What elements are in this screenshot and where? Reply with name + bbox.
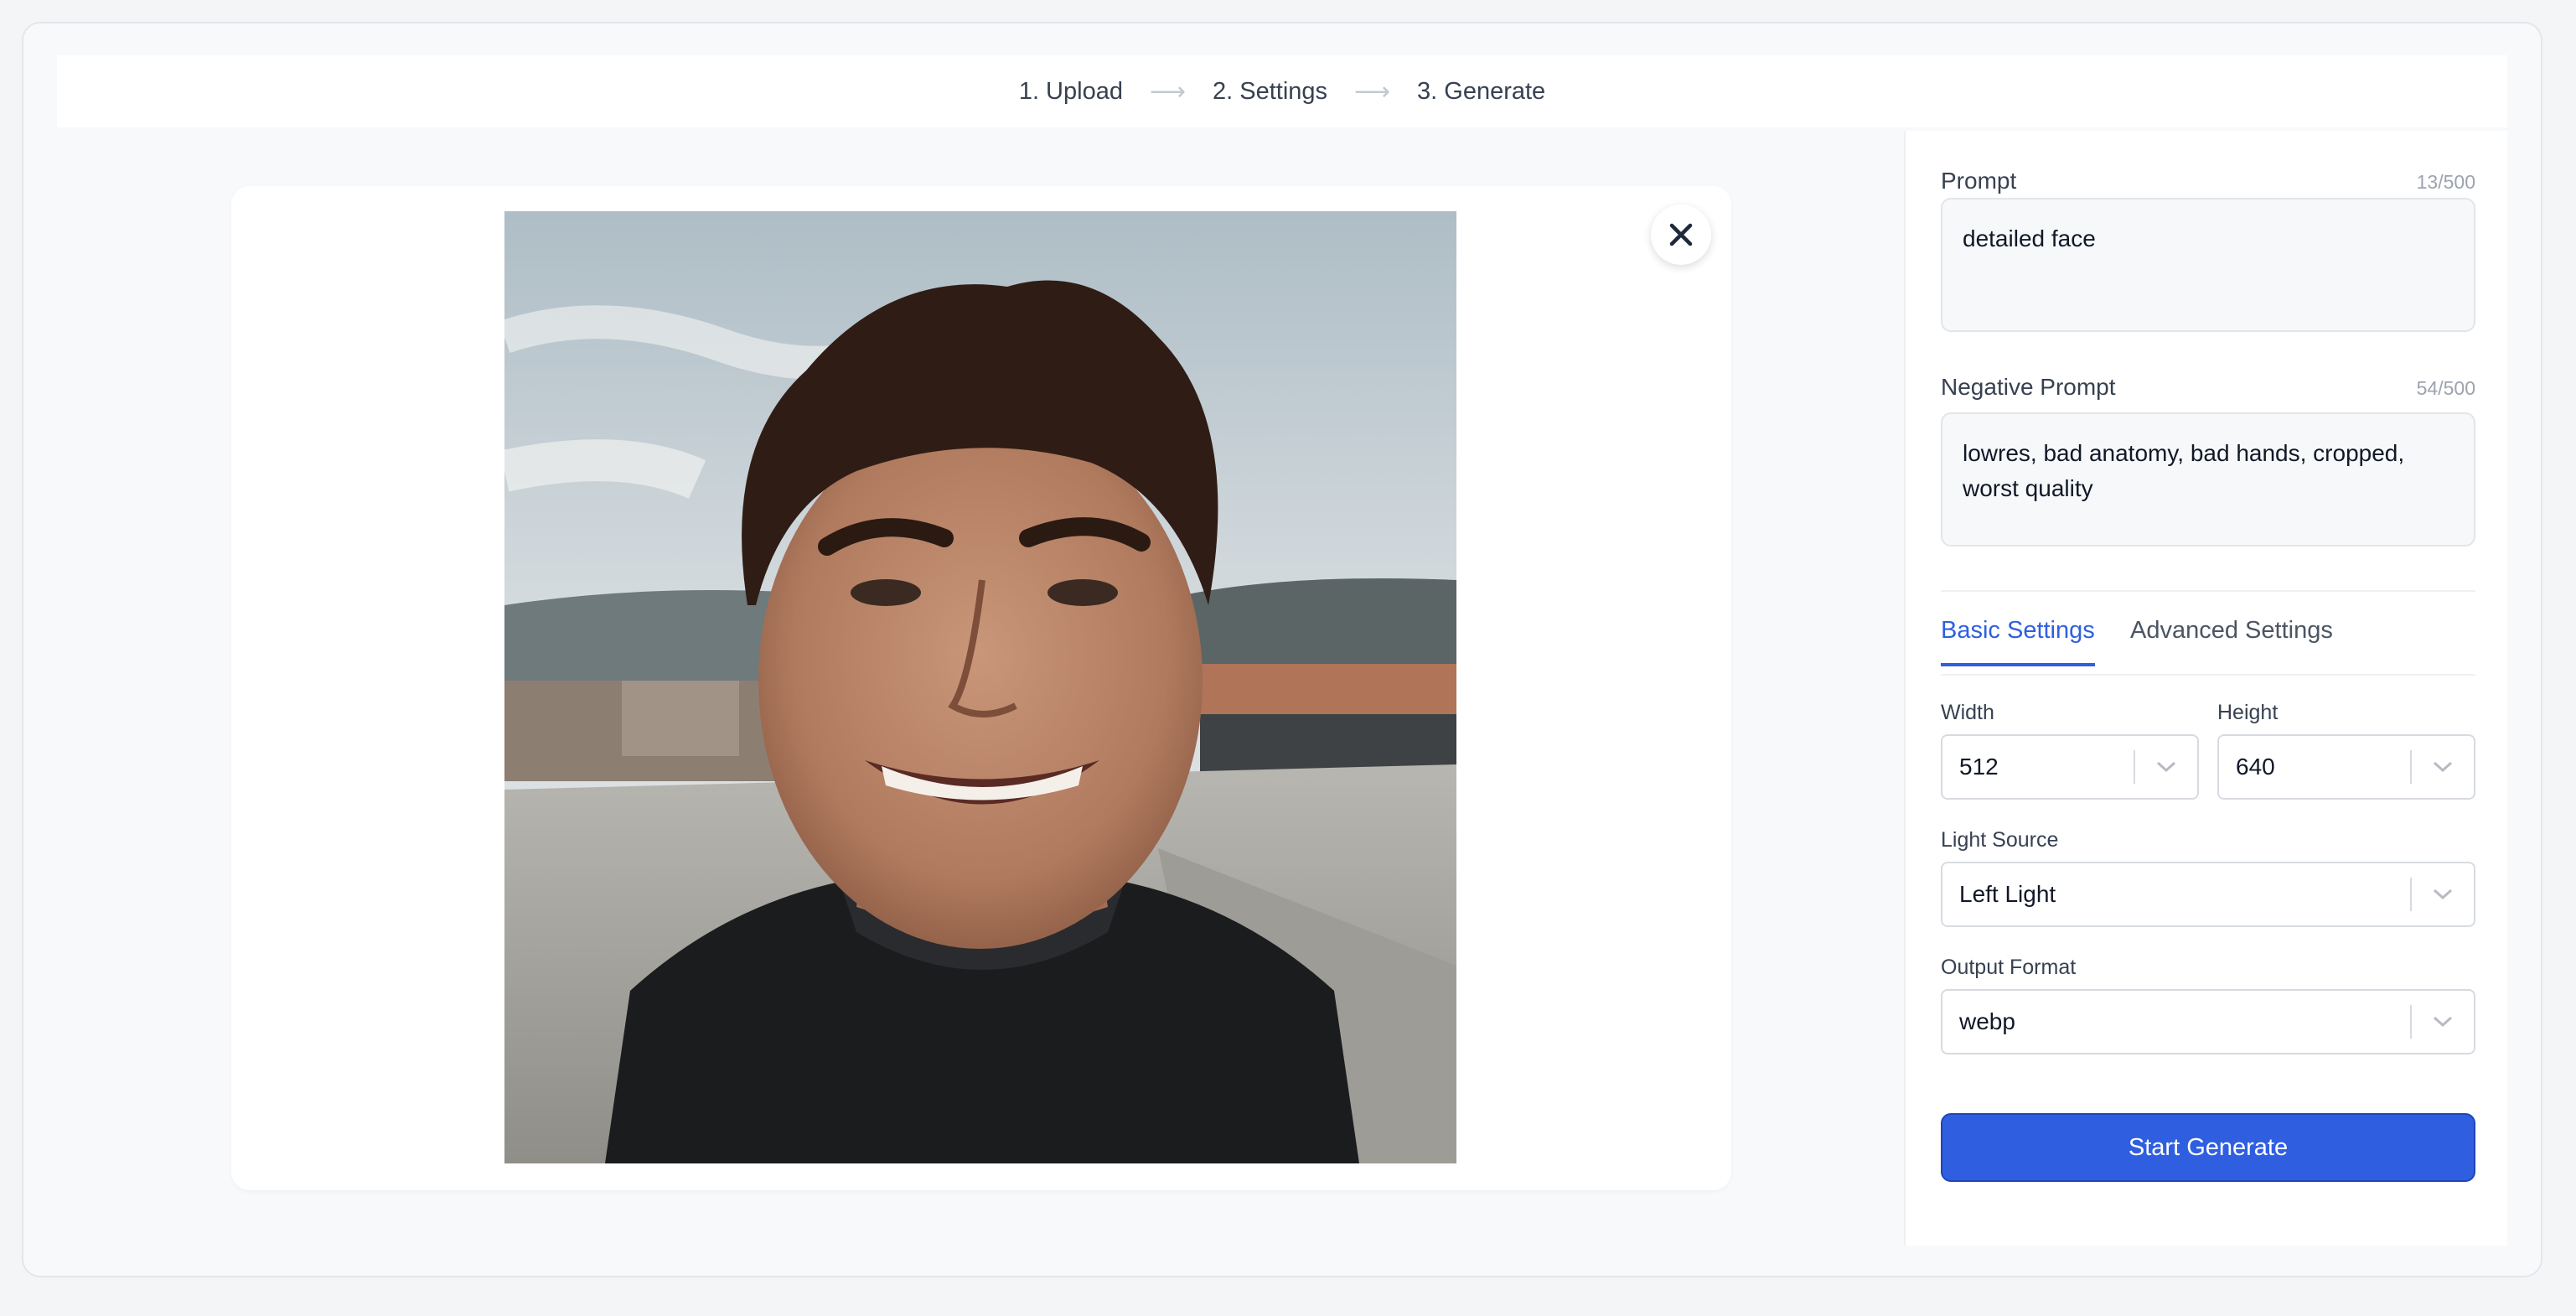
output-format-select[interactable]: webp [1941, 989, 2475, 1054]
arrow-right-icon: ⟶ [1149, 77, 1186, 106]
chevron-down-icon [2412, 760, 2474, 774]
width-label: Width [1941, 701, 1994, 724]
height-select[interactable]: 640 [2217, 734, 2475, 800]
light-source-label: Light Source [1941, 828, 2059, 852]
section-divider [1941, 590, 2475, 592]
prompt-header: Prompt 13/500 [1941, 168, 2475, 194]
negative-prompt-label: Negative Prompt [1941, 374, 2116, 400]
tab-advanced-settings[interactable]: Advanced Settings [2130, 617, 2333, 663]
output-format-label: Output Format [1941, 956, 2077, 979]
settings-tabs: Basic Settings Advanced Settings [1941, 617, 2475, 676]
width-select[interactable]: 512 [1941, 734, 2199, 800]
step-upload[interactable]: 1. Upload [1012, 78, 1130, 106]
tab-basic-settings[interactable]: Basic Settings [1941, 617, 2095, 666]
arrow-right-icon: ⟶ [1354, 77, 1391, 106]
start-generate-button[interactable]: Start Generate [1941, 1113, 2475, 1182]
step-indicator: 1. Upload ⟶ 2. Settings ⟶ 3. Generate [57, 55, 2507, 127]
height-label: Height [2217, 701, 2279, 724]
settings-panel: Prompt 13/500 detailed face Negative Pro… [1904, 131, 2507, 1246]
negative-prompt-input[interactable]: lowres, bad anatomy, bad hands, cropped,… [1941, 412, 2475, 547]
width-value: 512 [1959, 754, 1999, 780]
close-button[interactable] [1651, 205, 1711, 265]
height-value: 640 [2236, 754, 2275, 780]
prompt-char-counter: 13/500 [2416, 171, 2475, 193]
negative-prompt-header: Negative Prompt 54/500 [1941, 374, 2475, 401]
uploaded-image [504, 211, 1456, 1163]
step-generate[interactable]: 3. Generate [1410, 78, 1552, 106]
prompt-label: Prompt [1941, 168, 2017, 194]
image-preview-card [231, 186, 1731, 1190]
chevron-down-icon [2412, 1015, 2474, 1028]
chevron-down-icon [2412, 888, 2474, 901]
close-icon [1669, 223, 1693, 246]
prompt-input[interactable]: detailed face [1941, 198, 2475, 332]
step-settings[interactable]: 2. Settings [1206, 78, 1334, 106]
light-source-select[interactable]: Left Light [1941, 862, 2475, 927]
chevron-down-icon [2135, 760, 2197, 774]
output-format-value: webp [1959, 1008, 2015, 1034]
negative-prompt-char-counter: 54/500 [2416, 377, 2475, 399]
light-source-value: Left Light [1959, 881, 2056, 907]
